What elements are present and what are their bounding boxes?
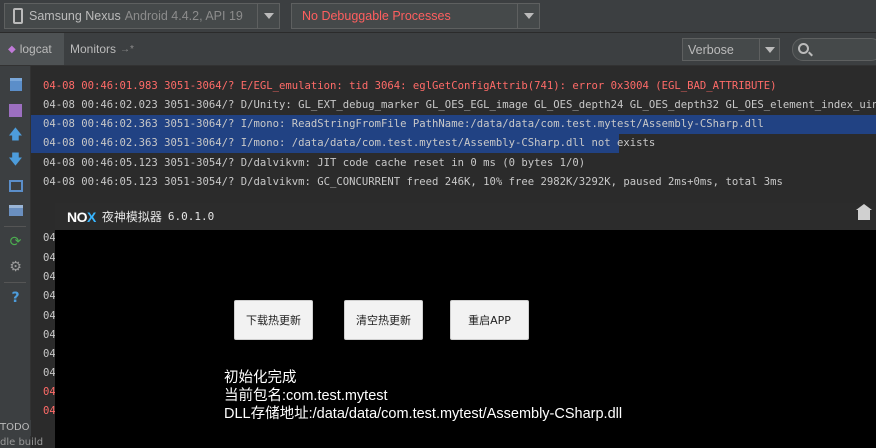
log-row-prefix: 04: [43, 271, 56, 283]
chevron-down-icon[interactable]: [517, 4, 539, 28]
log-row-prefix: 04: [43, 232, 56, 244]
nox-logo-accent: X: [87, 208, 96, 225]
package-name-text: 当前包名:com.test.mytest: [224, 388, 388, 404]
help-icon[interactable]: ?: [7, 289, 24, 306]
log-row[interactable]: 04-08 00:46:05.123 3051-3054/? D/dalvikv…: [31, 154, 876, 173]
print-icon[interactable]: [7, 202, 24, 219]
nox-emulator-window: NOX 夜神模拟器 6.0.1.0 下载热更新 清空热更新 重启APP 初始化完…: [55, 203, 876, 448]
log-row-prefix: 04: [43, 329, 56, 341]
nox-titlebar[interactable]: NOX 夜神模拟器 6.0.1.0: [55, 203, 876, 230]
arrow-down-icon[interactable]: 🡇: [7, 152, 24, 169]
log-level-value: Verbose: [688, 42, 734, 57]
tab-logcat-label: logcat: [19, 42, 52, 56]
log-level-select[interactable]: Verbose: [682, 38, 780, 61]
log-row-selected[interactable]: 04-08 00:46:02.363 3051-3064/? I/mono: /…: [31, 134, 655, 153]
nox-logo: NOX: [67, 209, 96, 225]
soft-wrap-icon[interactable]: [7, 177, 24, 194]
tab-todo[interactable]: TODO: [0, 420, 31, 436]
tab-monitors-label: Monitors: [70, 42, 117, 56]
scroll-to-end-icon[interactable]: [7, 102, 24, 119]
pin-icon[interactable]: →*: [120, 44, 134, 55]
log-row[interactable]: 04-08 00:46:05.123 3051-3054/? D/dalvikv…: [31, 173, 876, 192]
log-row[interactable]: 04-08 00:46:01.983 3051-3064/? E/EGL_emu…: [31, 77, 876, 96]
gear-icon[interactable]: ⚙: [7, 258, 24, 275]
init-status-text: 初始化完成: [224, 370, 297, 386]
device-name: Samsung Nexus: [29, 9, 121, 23]
log-row-prefix: 04: [43, 367, 56, 379]
home-icon[interactable]: [856, 204, 872, 220]
emulator-screen[interactable]: 下载热更新 清空热更新 重启APP 初始化完成 当前包名:com.test.my…: [55, 231, 876, 448]
clear-logcat-icon[interactable]: [7, 76, 24, 93]
device-toolbar: Samsung Nexus Android 4.4.2, API 19 No D…: [0, 0, 876, 33]
download-hotfix-button[interactable]: 下载热更新: [234, 300, 313, 340]
log-row-prefix: 04: [43, 310, 56, 322]
device-select[interactable]: Samsung Nexus Android 4.4.2, API 19: [4, 3, 280, 29]
log-row-selected[interactable]: 04-08 00:46:02.363 3051-3064/? I/mono: R…: [31, 115, 876, 134]
arrow-up-icon[interactable]: 🡅: [7, 127, 24, 144]
restart-app-button[interactable]: 重启APP: [450, 300, 529, 340]
log-row-partial: [31, 66, 876, 67]
nox-version: 6.0.1.0: [167, 210, 215, 223]
log-row-prefix: 04: [43, 405, 56, 417]
tab-logcat[interactable]: ◆ logcat: [0, 33, 64, 65]
log-row-prefix: 04: [43, 290, 56, 302]
log-row-prefix: 04: [43, 386, 56, 398]
nox-app-name: 夜神模拟器: [101, 210, 162, 224]
logcat-toolstrip: 🡅 🡇 ⟳ ⚙ ?: [0, 66, 31, 448]
log-row[interactable]: 04-08 00:46:02.023 3051-3064/? D/Unity: …: [31, 96, 876, 115]
chevron-down-icon[interactable]: [759, 39, 779, 60]
dll-path-text: DLL存储地址:/data/data/com.test.mytest/Assem…: [224, 406, 623, 422]
chevron-down-icon[interactable]: [257, 4, 279, 28]
restart-icon[interactable]: ⟳: [7, 233, 24, 250]
search-icon[interactable]: [798, 43, 809, 54]
logcat-tabbar: ◆ logcat Monitors →* Verbose: [0, 33, 876, 66]
log-row-prefix: 04: [43, 348, 56, 360]
process-label: No Debuggable Processes: [302, 9, 451, 23]
logcat-icon: ◆: [8, 43, 16, 55]
phone-icon: [13, 8, 23, 24]
clear-hotfix-button[interactable]: 清空热更新: [344, 300, 423, 340]
divider: [4, 282, 26, 283]
build-status-text: dle build: [0, 437, 44, 448]
divider: [4, 226, 26, 227]
device-detail: Android 4.4.2, API 19: [124, 9, 243, 23]
process-select[interactable]: No Debuggable Processes: [291, 3, 540, 29]
log-row-prefix: 04: [43, 252, 56, 264]
tab-monitors[interactable]: Monitors →*: [70, 33, 134, 65]
nox-logo-main: NO: [67, 208, 88, 225]
